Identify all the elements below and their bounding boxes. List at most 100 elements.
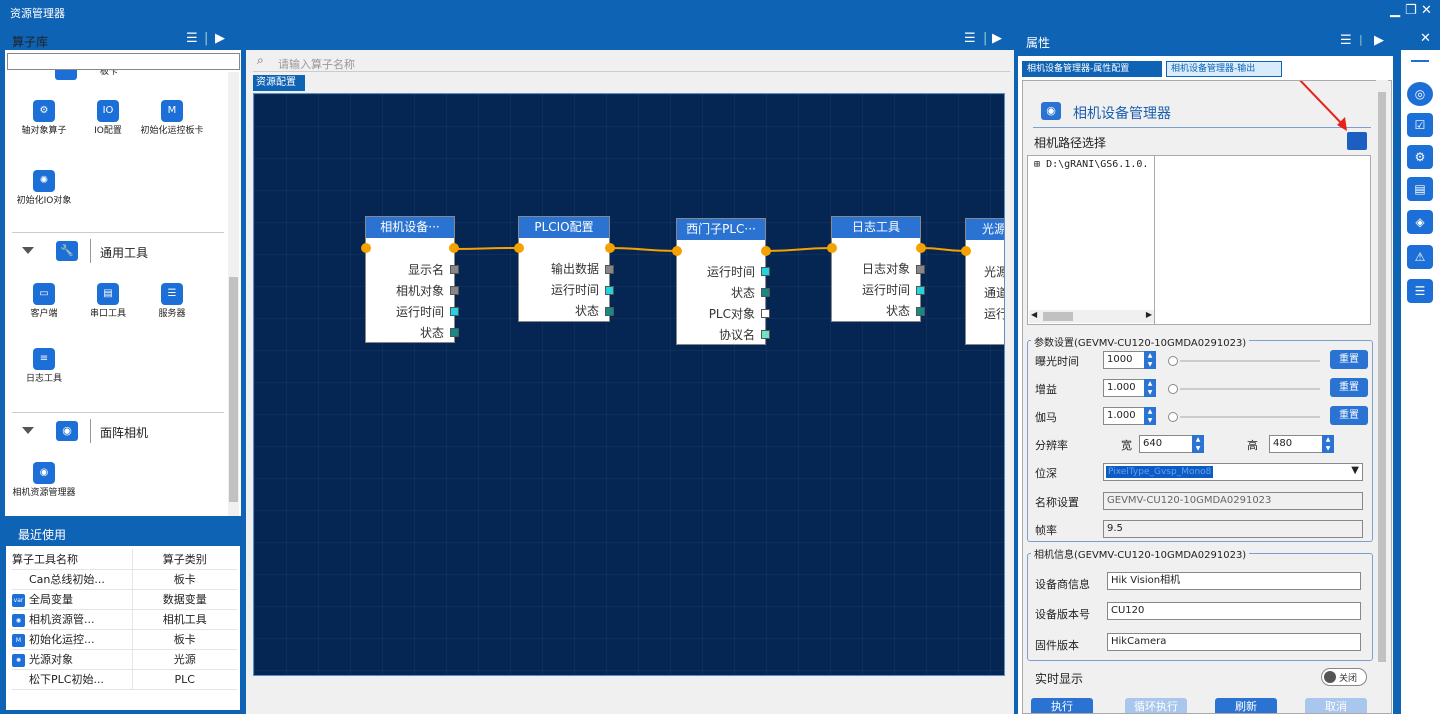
canvas-hscrollbar[interactable] <box>253 690 1010 704</box>
layout-icon[interactable]: ▤ <box>1407 177 1433 201</box>
tool-init-io-object[interactable]: ✺ 初始化IO对象 <box>9 170 79 206</box>
gamma-spin[interactable]: ▲ ▼ <box>1144 407 1156 425</box>
bitdepth-select[interactable]: PixelType_Gvsp_Mono8 ▼ <box>1103 463 1363 481</box>
table-row[interactable]: M 初始化运控... 板卡 <box>12 629 237 650</box>
gamma-slider-knob[interactable] <box>1168 412 1178 422</box>
menu-icon[interactable]: ☰ <box>964 31 976 46</box>
orbit-icon[interactable]: ◎ <box>1407 82 1433 106</box>
tool-client[interactable]: ▭ 客户端 <box>9 283 79 319</box>
scrollbar-thumb[interactable] <box>1378 92 1386 662</box>
layers-icon[interactable]: ◈ <box>1407 210 1433 234</box>
dropdown-arrow-icon[interactable]: ▼ <box>1351 465 1359 476</box>
width-spin[interactable]: ▲ ▼ <box>1192 435 1204 453</box>
tool-server[interactable]: ☰ 服务器 <box>137 283 207 319</box>
output-port[interactable] <box>605 286 614 295</box>
tool-log[interactable]: ≡ 日志工具 <box>9 348 79 384</box>
operator-library-scrollbar[interactable] <box>228 72 239 516</box>
list-icon[interactable]: ☰ <box>1407 279 1433 303</box>
cancel-button[interactable]: 取消 <box>1305 698 1367 713</box>
table-row[interactable]: ✺ 光源对象 光源 <box>12 649 237 670</box>
properties-scrollbar[interactable] <box>1376 80 1388 710</box>
tool-serial[interactable]: ▤ 串口工具 <box>73 283 143 319</box>
operator-search-bar[interactable]: ⌕ 请输入算子名称 <box>253 52 1010 72</box>
close-panel-icon[interactable]: ✕ <box>1420 31 1431 46</box>
table-row[interactable]: Can总线初始... 板卡 <box>12 569 237 590</box>
folder-icon[interactable] <box>1347 132 1367 150</box>
collapse-arrow-icon[interactable] <box>22 247 34 254</box>
category-general-tools[interactable]: 🔧 通用工具 <box>12 232 224 268</box>
refresh-button[interactable]: 刷新 <box>1215 698 1277 713</box>
output-port[interactable] <box>761 330 770 339</box>
dock-icon[interactable]: ▶ <box>215 31 225 46</box>
node-plcio-config[interactable]: PLCIO配置 输出数据 运行时间 状态 <box>518 216 614 322</box>
expand-icon[interactable]: ⊞ <box>1034 159 1040 170</box>
dock-icon[interactable]: ▶ <box>992 31 1002 46</box>
input-connector[interactable] <box>672 246 682 256</box>
tool-io-config[interactable]: IO IO配置 <box>73 100 143 136</box>
menu-icon[interactable]: ☰ <box>186 31 198 46</box>
output-port[interactable] <box>605 265 614 274</box>
output-port[interactable] <box>916 265 925 274</box>
gain-reset-button[interactable]: 重置 <box>1330 378 1368 397</box>
scrollbar-thumb[interactable] <box>229 277 238 502</box>
table-row[interactable]: ◉ 相机资源管... 相机工具 <box>12 609 237 630</box>
output-port[interactable] <box>761 288 770 297</box>
category-area-camera[interactable]: ◉ 面阵相机 <box>12 412 224 448</box>
scroll-right-icon[interactable]: ▶ <box>1146 310 1152 319</box>
gain-spin[interactable]: ▲ ▼ <box>1144 379 1156 397</box>
firmware-input[interactable]: HikCamera <box>1107 633 1361 651</box>
node-light-source[interactable]: 光源 光源 通道 运行 <box>965 218 1004 345</box>
output-port[interactable] <box>450 265 459 274</box>
operator-library-search[interactable] <box>7 53 240 70</box>
version-input[interactable]: CU120 <box>1107 602 1361 620</box>
table-row[interactable]: 松下PLC初始... PLC <box>12 669 237 690</box>
width-input[interactable]: 640 <box>1139 435 1193 453</box>
vendor-input[interactable]: Hik Vision相机 <box>1107 572 1361 590</box>
name-input[interactable]: GEVMV-CU120-10GMDA0291023 <box>1103 492 1363 510</box>
output-port[interactable] <box>450 286 459 295</box>
minimize-icon[interactable]: ▁ <box>1390 3 1400 18</box>
input-connector[interactable] <box>961 246 971 256</box>
menu-icon[interactable]: ☰ <box>1340 33 1352 48</box>
node-siemens-plc[interactable]: 西门子PLC··· 运行时间 状态 PLC对象 协议名 <box>676 218 770 345</box>
output-port[interactable] <box>916 307 925 316</box>
gain-input[interactable]: 1.000 <box>1103 379 1145 397</box>
tree-hscrollbar[interactable]: ◀ ▶ <box>1029 310 1154 323</box>
exposure-slider[interactable] <box>1180 360 1320 362</box>
exposure-reset-button[interactable]: 重置 <box>1330 350 1368 369</box>
node-log-tool[interactable]: 日志工具 日志对象 运行时间 状态 <box>831 216 925 322</box>
output-port[interactable] <box>605 307 614 316</box>
output-connector[interactable] <box>761 246 771 256</box>
gamma-slider[interactable] <box>1180 416 1320 418</box>
input-connector[interactable] <box>827 243 837 253</box>
tool-camera-manager[interactable]: ◉ 相机资源管理器 <box>9 462 79 498</box>
flow-canvas[interactable]: 相机设备··· 显示名 相机对象 运行时间 状态 PLCIO配置 输出数据 运行… <box>253 93 1005 676</box>
fps-input[interactable]: 9.5 <box>1103 520 1363 538</box>
exposure-input[interactable]: 1000 <box>1103 351 1145 369</box>
output-connector[interactable] <box>916 243 926 253</box>
run-button[interactable]: 执行 <box>1031 698 1093 713</box>
checklist-icon[interactable]: ☑ <box>1407 113 1433 137</box>
realtime-toggle[interactable]: 关闭 <box>1321 668 1367 686</box>
exposure-slider-knob[interactable] <box>1168 356 1178 366</box>
output-port[interactable] <box>761 309 770 318</box>
tool-axis-operator[interactable]: ⚙ 轴对象算子 <box>9 100 79 136</box>
output-port[interactable] <box>916 286 925 295</box>
tab-property-config[interactable]: 相机设备管理器-属性配置 <box>1022 61 1162 77</box>
node-camera-device[interactable]: 相机设备··· 显示名 相机对象 运行时间 状态 <box>365 216 459 343</box>
output-port[interactable] <box>761 267 770 276</box>
scroll-left-icon[interactable]: ◀ <box>1031 310 1037 319</box>
input-connector[interactable] <box>361 243 371 253</box>
gain-slider[interactable] <box>1180 388 1320 390</box>
output-connector[interactable] <box>449 243 459 253</box>
camera-path-tree[interactable]: ⊞ D:\gRANI\GS6.1.0. ◀ ▶ <box>1027 155 1371 325</box>
table-row[interactable]: var 全局变量 数据变量 <box>12 589 237 610</box>
tab-output[interactable]: 相机设备管理器-输出 <box>1166 61 1282 77</box>
exposure-spin[interactable]: ▲ ▼ <box>1144 351 1156 369</box>
output-port[interactable] <box>450 328 459 337</box>
warning-icon[interactable]: ⚠ <box>1407 245 1433 269</box>
tab-resource-config[interactable]: 资源配置 <box>253 75 305 91</box>
height-input[interactable]: 480 <box>1269 435 1323 453</box>
tool-init-motion-card[interactable]: M 初始化运控板卡 <box>137 100 207 136</box>
gamma-input[interactable]: 1.000 <box>1103 407 1145 425</box>
